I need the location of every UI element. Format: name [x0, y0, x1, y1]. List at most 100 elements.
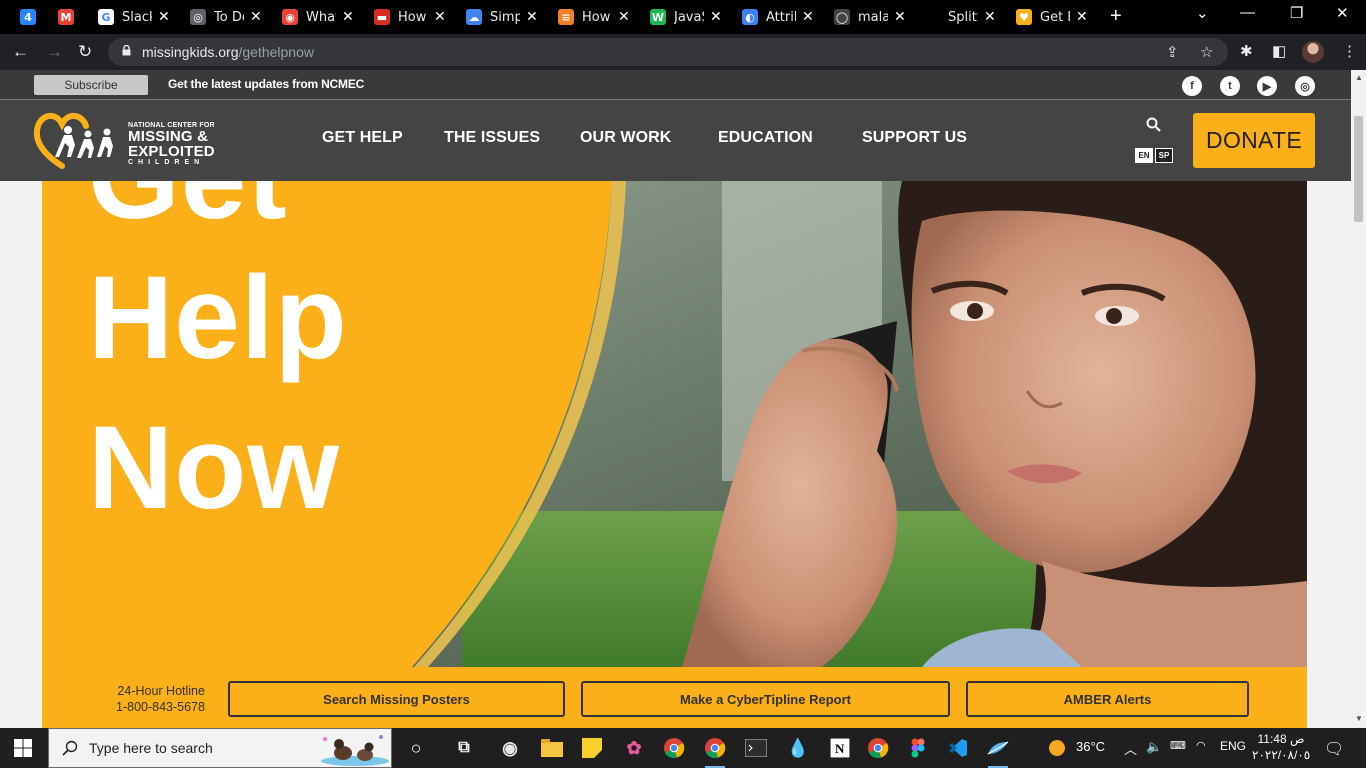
notion-icon[interactable]: N: [828, 736, 852, 760]
minimize-icon[interactable]: —: [1240, 4, 1255, 21]
search-icon[interactable]: [1146, 117, 1161, 132]
browser-tab[interactable]: ♥ Get H ✕: [1016, 4, 1088, 30]
task-view-icon[interactable]: ⧉: [452, 736, 476, 760]
donate-button[interactable]: DONATE: [1193, 113, 1315, 168]
tab-close-icon[interactable]: ✕: [434, 9, 446, 25]
utility-tagline: Get the latest updates from NCMEC: [168, 77, 365, 91]
nav-our-work[interactable]: OUR WORK: [580, 129, 671, 147]
weather-temp[interactable]: 36°C: [1076, 739, 1105, 754]
volume-icon[interactable]: 🔈: [1146, 739, 1162, 755]
video-icon: ▬: [374, 9, 390, 25]
instagram-icon[interactable]: ◎: [1295, 76, 1315, 96]
browser-tab[interactable]: 4: [20, 4, 44, 30]
taskbar-search[interactable]: Type here to search: [48, 728, 392, 768]
page-scrollbar[interactable]: ▲ ▼: [1351, 70, 1366, 728]
cybertipline-report-button[interactable]: Make a CyberTipline Report: [581, 681, 950, 717]
tab-close-icon[interactable]: ✕: [250, 9, 262, 25]
restore-icon[interactable]: ❐: [1290, 4, 1303, 22]
system-clock[interactable]: 11:48 ص ٢٠٢٢/٠٨/٠٥: [1252, 731, 1310, 763]
chrome-profile-icon[interactable]: [866, 736, 890, 760]
tab-close-icon[interactable]: ✕: [710, 9, 722, 25]
browser-tab[interactable]: ☁ Simp ✕: [466, 4, 538, 30]
scroll-up-icon[interactable]: ▲: [1355, 73, 1363, 82]
app-wave-icon[interactable]: [986, 736, 1010, 768]
paint-icon[interactable]: ✿: [622, 736, 646, 760]
tab-close-icon[interactable]: ✕: [984, 9, 996, 25]
twitter-icon[interactable]: t: [1220, 76, 1240, 96]
tab-search-icon[interactable]: ⌄: [1196, 4, 1209, 22]
browser-tab[interactable]: ▬ How ✕: [374, 4, 446, 30]
profile-avatar[interactable]: [1302, 41, 1324, 63]
weather-sun-icon[interactable]: [1048, 739, 1066, 760]
browser-tab[interactable]: G Slack ✕: [98, 4, 170, 30]
file-explorer-icon[interactable]: [540, 736, 564, 760]
paint-drop-icon[interactable]: 💧: [786, 736, 810, 760]
url-text[interactable]: missingkids.org/gethelpnow: [142, 44, 314, 60]
chrome-active-icon[interactable]: [703, 736, 727, 768]
figma-icon[interactable]: [906, 736, 930, 760]
browser-tab[interactable]: ◉ What ✕: [282, 4, 354, 30]
share-icon[interactable]: ⇪: [1166, 43, 1179, 61]
hero-title-line-1: Get: [88, 181, 288, 237]
gmail-icon: M: [58, 9, 74, 25]
browser-tab[interactable]: ◎ To Do ✕: [190, 4, 262, 30]
ncmec-logo[interactable]: NATIONAL CENTER FOR MISSING & EXPLOITED …: [32, 112, 242, 170]
address-bar[interactable]: missingkids.org/gethelpnow ⇪ ☆: [108, 38, 1228, 66]
notifications-icon[interactable]: 🗨: [1324, 739, 1344, 759]
keyboard-icon[interactable]: ⌨: [1170, 739, 1186, 752]
amber-alerts-button[interactable]: AMBER Alerts: [966, 681, 1249, 717]
search-missing-posters-button[interactable]: Search Missing Posters: [228, 681, 565, 717]
lang-en-button[interactable]: EN: [1135, 148, 1153, 163]
reload-icon[interactable]: ↻: [78, 42, 92, 62]
lang-sp-button[interactable]: SP: [1155, 148, 1173, 163]
chrome-taskbar-icon[interactable]: [662, 736, 686, 760]
terminal-icon[interactable]: [744, 736, 768, 760]
new-tab-button[interactable]: +: [1110, 5, 1122, 28]
tab-close-icon[interactable]: ✕: [802, 9, 814, 25]
tab-close-icon[interactable]: ✕: [618, 9, 630, 25]
heart-children-logo-icon: [33, 113, 113, 169]
nav-the-issues[interactable]: THE ISSUES: [444, 129, 540, 147]
scroll-down-icon[interactable]: ▼: [1355, 714, 1363, 723]
scrollbar-thumb[interactable]: [1354, 116, 1363, 222]
cortana-icon[interactable]: ○: [404, 736, 428, 760]
nav-education[interactable]: EDUCATION: [718, 129, 813, 147]
browser-tab[interactable]: ◐ Attrib ✕: [742, 4, 814, 30]
vscode-icon[interactable]: [946, 736, 970, 760]
subscribe-button[interactable]: Subscribe: [34, 75, 148, 95]
input-language[interactable]: ENG: [1220, 739, 1246, 753]
nav-get-help[interactable]: GET HELP: [322, 129, 403, 147]
facebook-icon[interactable]: f: [1182, 76, 1202, 96]
hero-title-line-2: Help: [88, 252, 348, 384]
extensions-icon[interactable]: ✱: [1240, 42, 1253, 60]
sticky-notes-icon[interactable]: [580, 736, 604, 760]
media-player-icon[interactable]: ◉: [498, 736, 522, 760]
tab-close-icon[interactable]: ✕: [158, 9, 170, 25]
youtube-icon[interactable]: ▶: [1257, 76, 1277, 96]
bookmark-star-icon[interactable]: ☆: [1200, 43, 1213, 61]
tab-title: JavaS: [674, 9, 704, 25]
windows-start-icon[interactable]: [14, 739, 32, 757]
browser-tab[interactable]: M: [58, 4, 82, 30]
search-placeholder: Type here to search: [89, 740, 213, 756]
menu-dots-icon[interactable]: ⋮: [1342, 42, 1357, 60]
wifi-icon[interactable]: ◠: [1196, 739, 1206, 752]
hotline-number[interactable]: 1-800-843-5678: [116, 699, 205, 715]
browser-tab[interactable]: W JavaS ✕: [650, 4, 722, 30]
magnifier-icon: [62, 740, 78, 756]
tab-close-icon[interactable]: ✕: [342, 9, 354, 25]
nav-support-us[interactable]: SUPPORT US: [862, 129, 967, 147]
browser-tab[interactable]: Splitt ✕: [924, 4, 996, 30]
show-hidden-icons[interactable]: ︿: [1124, 739, 1137, 758]
back-icon[interactable]: ←: [12, 42, 29, 62]
tab-close-icon[interactable]: ✕: [894, 9, 906, 25]
forward-icon[interactable]: →: [46, 42, 63, 62]
window-close-icon[interactable]: ✕: [1336, 4, 1349, 22]
tab-close-icon[interactable]: ✕: [526, 9, 538, 25]
moon-icon: ◐: [742, 9, 758, 25]
tab-close-icon[interactable]: ✕: [1076, 9, 1088, 25]
reading-list-icon[interactable]: ◧: [1272, 42, 1286, 60]
browser-tab[interactable]: ◯ malak ✕: [834, 4, 906, 30]
tab-strip: 4 M G Slack ✕ ◎ To Do ✕ ◉ What ✕ ▬ How ✕ ☁ Simp ✕ ≡ How ✕ WJ…: [0, 0, 1366, 34]
browser-tab[interactable]: ≡ How ✕: [558, 4, 630, 30]
